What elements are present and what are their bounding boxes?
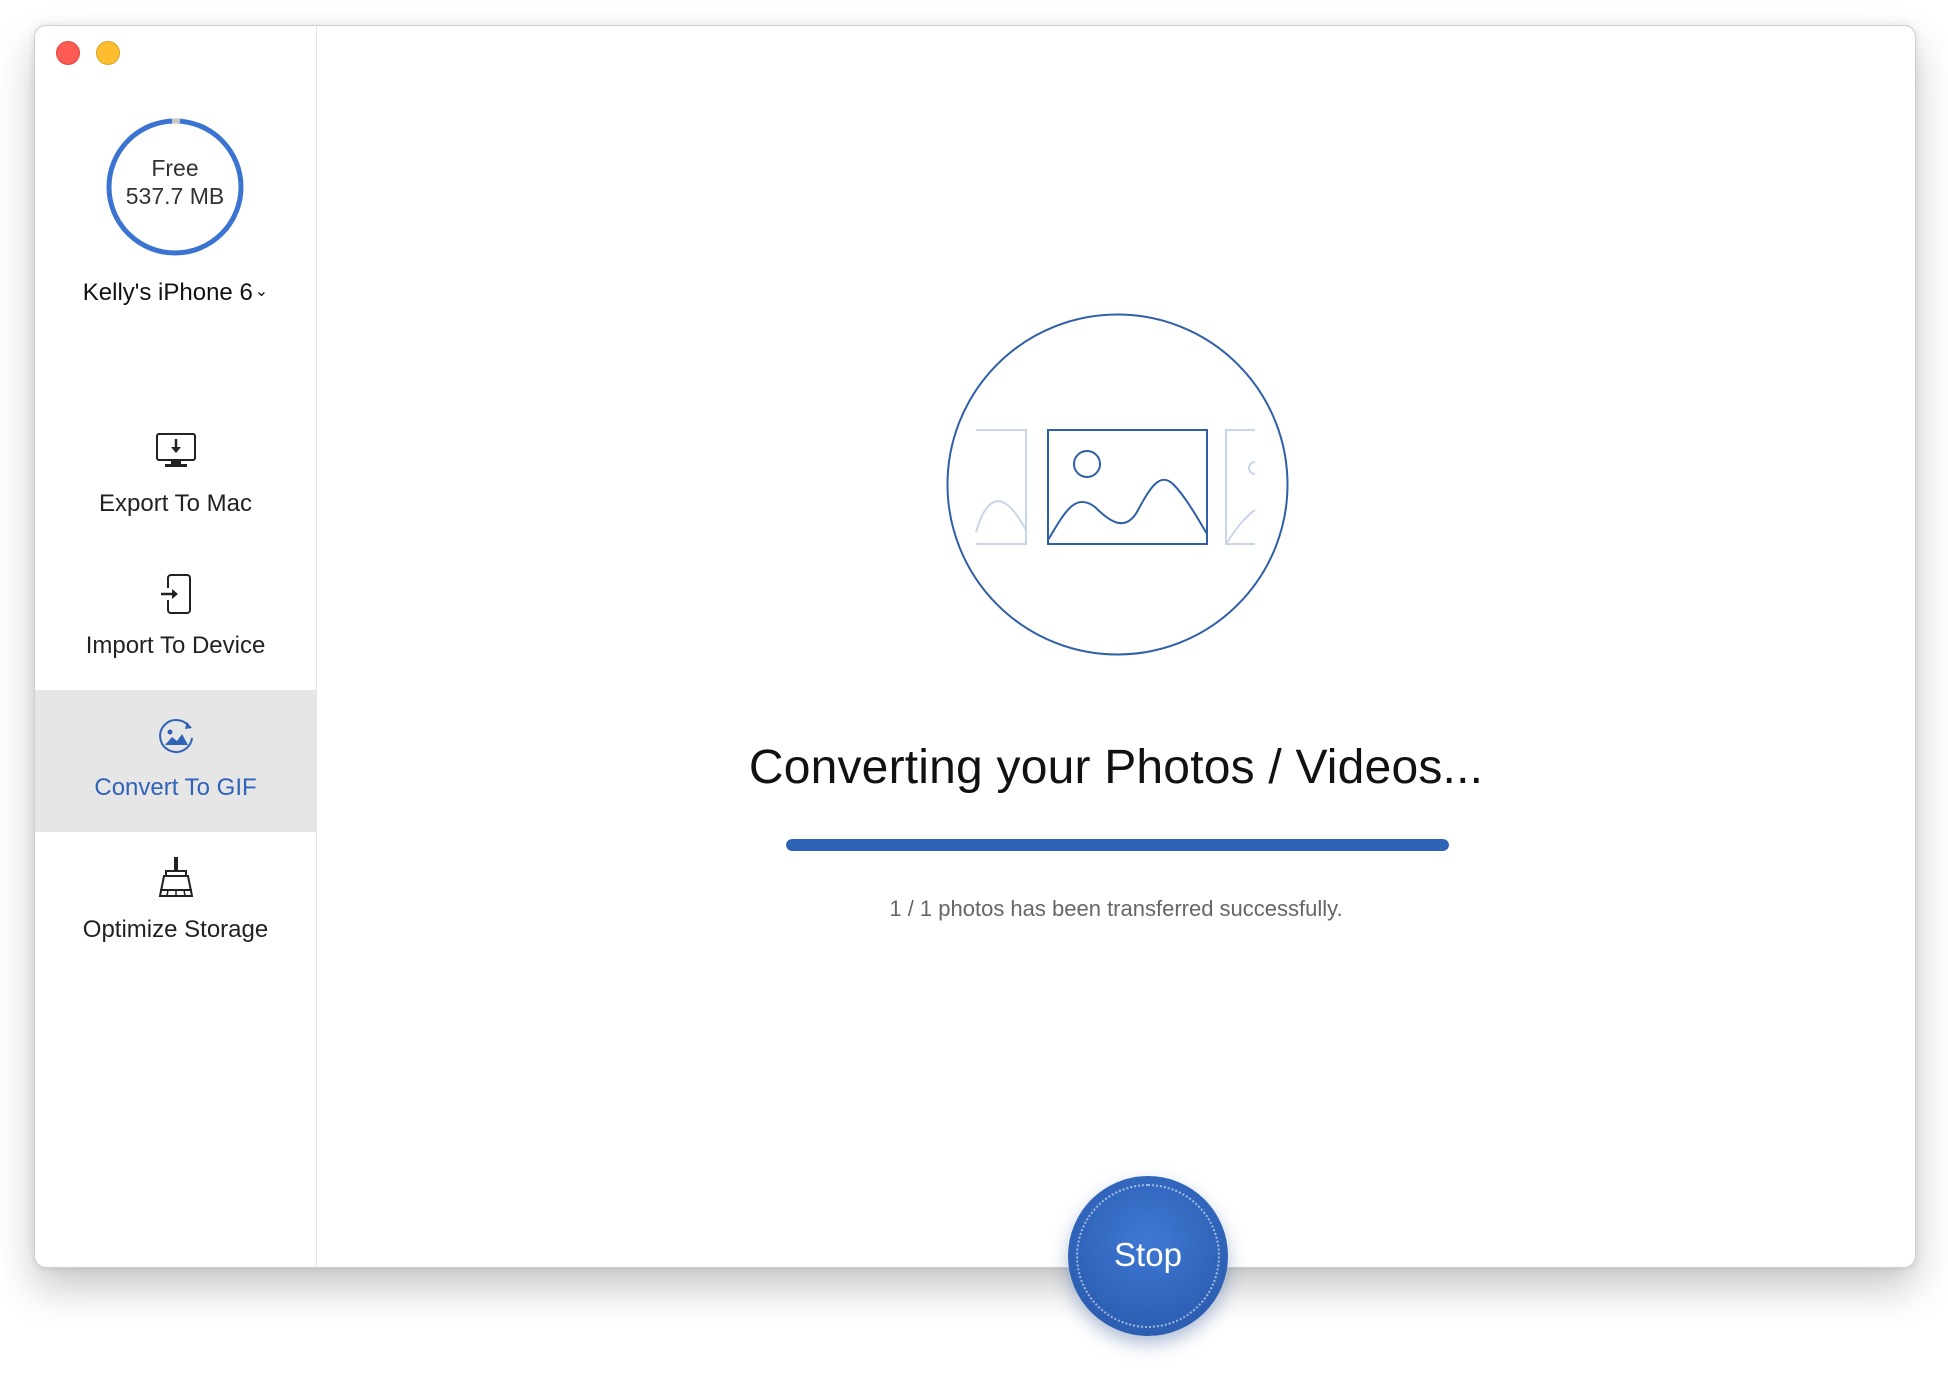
sidebar-item-import-to-device[interactable]: Import To Device bbox=[35, 548, 316, 690]
progress-fill bbox=[786, 839, 1449, 851]
transfer-status-text: 1 / 1 photos has been transferred succes… bbox=[889, 896, 1343, 921]
storage-free-readout: Free 537.7 MB bbox=[105, 154, 245, 210]
storage-free-label: Free bbox=[151, 155, 199, 181]
sidebar-item-label: Convert To GIF bbox=[94, 774, 257, 801]
storage-free-value: 537.7 MB bbox=[125, 183, 225, 209]
broom-icon bbox=[158, 857, 194, 897]
close-window-button[interactable] bbox=[56, 41, 80, 65]
stop-button[interactable]: Stop bbox=[1068, 1176, 1228, 1336]
window-controls bbox=[56, 41, 120, 65]
sidebar-item-label: Import To Device bbox=[85, 632, 266, 659]
stop-button-label: Stop bbox=[1114, 1236, 1182, 1273]
conversion-progress-bar bbox=[786, 839, 1449, 851]
sidebar-item-label: Export To Mac bbox=[99, 490, 252, 517]
device-selector[interactable]: Kelly's iPhone 6 ⌄ bbox=[35, 279, 316, 307]
chevron-down-icon: ⌄ bbox=[254, 283, 269, 300]
sidebar-item-optimize-storage[interactable]: Optimize Storage bbox=[35, 832, 316, 974]
main-panel: Converting your Photos / Videos... 1 / 1… bbox=[317, 26, 1915, 1267]
device-name: Kelly's iPhone 6 bbox=[82, 279, 253, 306]
gif-convert-icon bbox=[159, 718, 193, 753]
sidebar-item-export-to-mac[interactable]: Export To Mac bbox=[35, 406, 316, 548]
app-window: Free 537.7 MB Kelly's iPhone 6 ⌄ Export T… bbox=[34, 25, 1916, 1336]
phone-import-icon bbox=[161, 574, 191, 614]
sidebar: Free 537.7 MB Kelly's iPhone 6 ⌄ Export T… bbox=[35, 26, 317, 1267]
monitor-download-icon bbox=[156, 433, 196, 467]
minimize-window-button[interactable] bbox=[96, 41, 120, 65]
photo-conversion-illustration bbox=[946, 313, 1289, 656]
conversion-headline: Converting your Photos / Videos... bbox=[748, 741, 1484, 794]
window-content: Free 537.7 MB Kelly's iPhone 6 ⌄ Export T… bbox=[35, 26, 1915, 1267]
sidebar-item-convert-to-gif[interactable]: Convert To GIF bbox=[35, 690, 316, 832]
sidebar-item-label: Optimize Storage bbox=[82, 916, 269, 943]
